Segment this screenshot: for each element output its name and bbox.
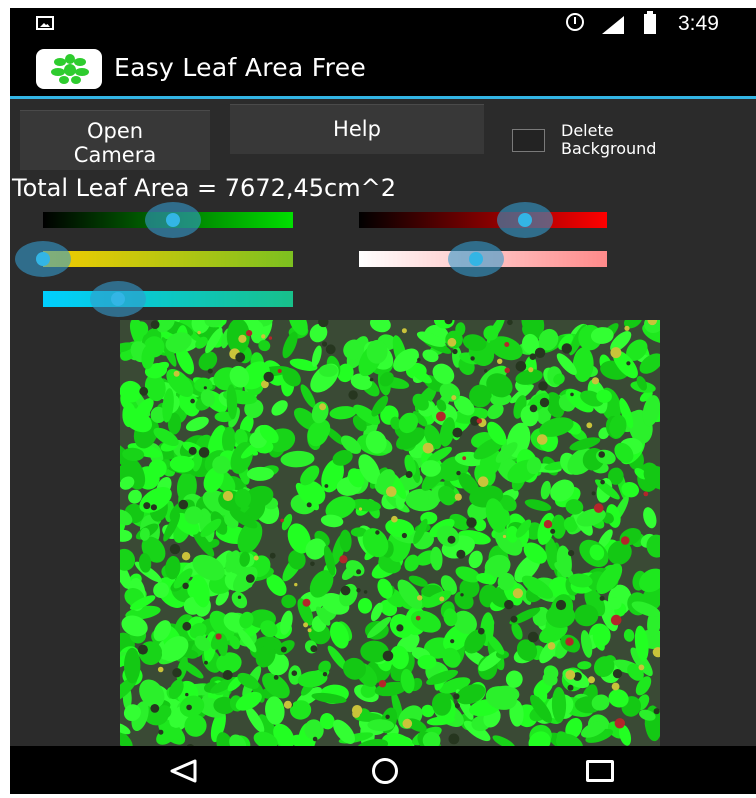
slider-thumb[interactable] [145, 202, 201, 238]
navigation-bar [10, 746, 756, 794]
action-bar: Easy Leaf Area Free [10, 40, 756, 99]
leaf-app-icon [36, 49, 102, 89]
help-label: Help [333, 117, 381, 141]
slider-blue-green-threshold[interactable] [43, 281, 293, 317]
slider-green-threshold[interactable] [43, 202, 293, 238]
slider-thumb[interactable] [447, 241, 504, 277]
signal-icon [602, 16, 624, 34]
app-screen: 3:49 Easy Leaf Area Free Open Camera Hel… [10, 8, 756, 794]
slider-thumb[interactable] [90, 281, 146, 317]
slider-white-red-threshold[interactable] [359, 241, 607, 277]
total-leaf-area-text: Total Leaf Area = 7672,45cm^2 [12, 174, 396, 202]
leaf-analysis-image [120, 320, 660, 748]
open-camera-label: Open Camera [73, 119, 157, 167]
home-icon[interactable] [372, 758, 398, 784]
status-bar: 3:49 [10, 8, 756, 40]
delete-background-label: Delete Background [561, 121, 657, 158]
back-icon[interactable] [168, 758, 198, 784]
slider-thumb[interactable] [15, 241, 71, 277]
slider-yellow-green-ratio[interactable] [15, 241, 293, 277]
battery-icon [644, 11, 656, 34]
app-title: Easy Leaf Area Free [114, 53, 367, 82]
slider-thumb[interactable] [497, 202, 554, 238]
recent-apps-icon[interactable] [586, 760, 614, 782]
help-button[interactable]: Help [230, 104, 484, 154]
open-camera-button[interactable]: Open Camera [20, 110, 210, 170]
leaf-overlay-graphic [120, 320, 660, 748]
alarm-icon [566, 13, 584, 31]
gallery-notification-icon [36, 16, 54, 30]
delete-background-checkbox[interactable] [512, 129, 545, 152]
slider-red-threshold[interactable] [359, 202, 607, 238]
status-time: 3:49 [678, 12, 719, 35]
